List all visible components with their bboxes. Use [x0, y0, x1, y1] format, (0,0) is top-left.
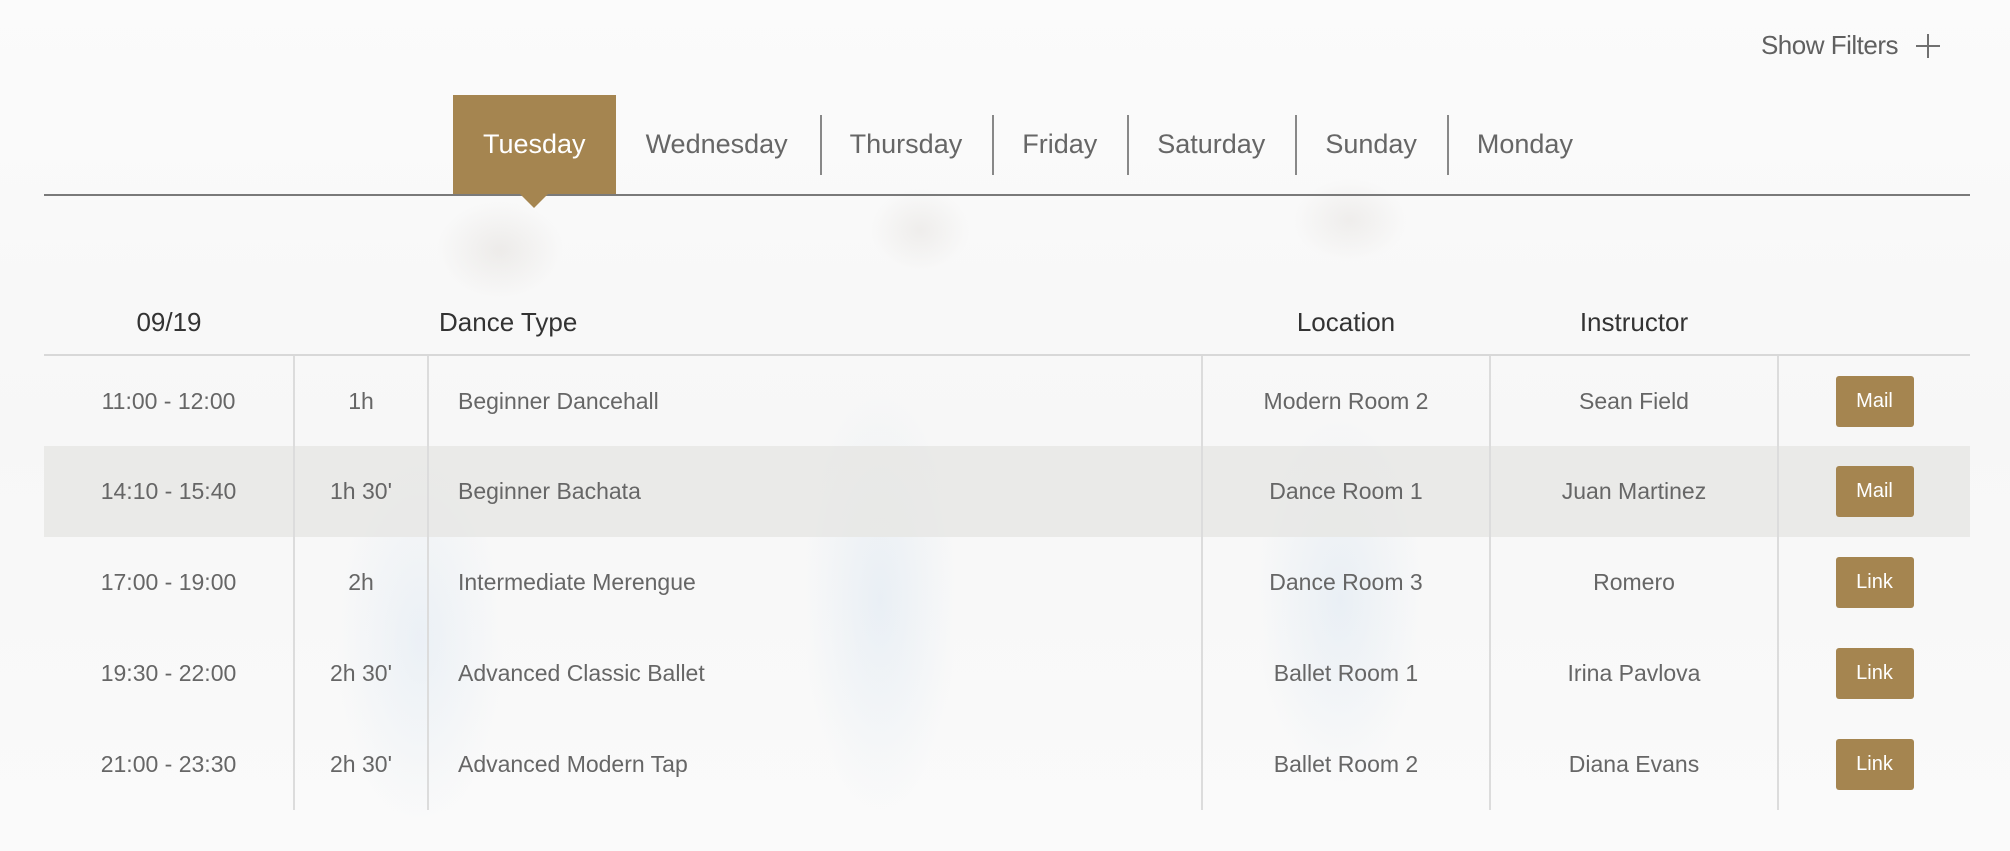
cell-location: Ballet Room 2	[1201, 719, 1490, 810]
cell-duration: 2h 30'	[293, 719, 428, 810]
tab-monday[interactable]: Monday	[1446, 95, 1603, 194]
show-filters-toggle[interactable]: Show Filters	[1761, 30, 1940, 61]
schedule-table: 09/19 Dance Type Location Instructor 11:…	[44, 290, 1970, 810]
cell-location: Dance Room 1	[1201, 446, 1490, 537]
cell-dance-type: Intermediate Merengue	[427, 537, 1202, 628]
table-row: 19:30 - 22:00 2h 30' Advanced Classic Ba…	[44, 628, 1970, 719]
plus-icon	[1916, 33, 1940, 58]
table-row: 21:00 - 23:30 2h 30' Advanced Modern Tap…	[44, 719, 1970, 810]
show-filters-label: Show Filters	[1760, 30, 1899, 60]
cell-time: 11:00 - 12:00	[101, 387, 236, 414]
header-location: Location	[1202, 290, 1490, 356]
cell-location: Modern Room 2	[1201, 355, 1490, 446]
cell-instructor: Diana Evans	[1489, 719, 1778, 810]
header-duration	[294, 290, 428, 356]
table-header-row: 09/19 Dance Type Location Instructor	[44, 290, 1970, 356]
cell-instructor: Sean Field	[1489, 355, 1778, 446]
header-action	[1778, 290, 1970, 356]
cell-action: Link	[1777, 719, 1970, 810]
tab-tuesday[interactable]: Tuesday	[453, 95, 616, 194]
cell-time: 21:00 - 23:30	[100, 751, 237, 777]
tab-thursday[interactable]: Thursday	[819, 95, 993, 194]
header-dance-type: Dance Type	[428, 290, 1202, 356]
day-tabs: Tuesday Wednesday Thursday Friday Saturd…	[453, 95, 1603, 194]
cell-dance-type: Beginner Bachata	[427, 446, 1202, 537]
schedule-page: Show Filters Tuesday Wednesday Thursday …	[0, 0, 2010, 851]
cell-time: 14:10 - 15:40	[44, 446, 294, 537]
cell-instructor: Irina Pavlova	[1489, 628, 1778, 719]
cell-dance-type: Advanced Modern Tap	[427, 719, 1202, 810]
cell-duration: 1h	[293, 355, 428, 446]
cell-action: Link	[1777, 628, 1970, 719]
tab-wednesday[interactable]: Wednesday	[616, 95, 820, 194]
table-row: 11:00 - 12:00 1h Beginner Dancehall Mode…	[44, 355, 1970, 446]
cell-location: Dance Room 3	[1201, 537, 1490, 628]
cell-dance-type: Beginner Dancehall	[427, 355, 1202, 446]
cell-duration: 2h 30'	[293, 628, 428, 719]
cell-location: Ballet Room 1	[1201, 628, 1490, 719]
tab-sunday[interactable]: Sunday	[1295, 95, 1447, 194]
header-instructor: Instructor	[1490, 290, 1778, 356]
cell-duration: 1h 30'	[293, 446, 428, 537]
tab-saturday[interactable]: Saturday	[1127, 95, 1295, 194]
cell-dance-type: Advanced Classic Ballet	[427, 628, 1202, 719]
cell-action: Link	[1777, 537, 1970, 628]
header-date: 09/19	[44, 290, 294, 356]
cell-instructor: Juan Martinez	[1489, 446, 1778, 537]
cell-instructor: Romero	[1489, 537, 1778, 628]
cell-time: 17:00 - 19:00	[100, 569, 237, 595]
cell-action: Mail	[1777, 446, 1970, 537]
link-button[interactable]: Link	[1835, 557, 1914, 608]
table-row: 14:10 - 15:40 1h 30' Beginner Bachata Da…	[44, 446, 1970, 537]
cell-action: Mail	[1777, 355, 1970, 446]
mail-button[interactable]: Mail	[1835, 375, 1914, 427]
cell-time: 19:30 - 22:00	[100, 660, 237, 686]
link-button[interactable]: Link	[1835, 739, 1914, 790]
link-button[interactable]: Link	[1835, 648, 1914, 699]
tab-friday[interactable]: Friday	[992, 95, 1127, 194]
day-tabs-bar: Tuesday Wednesday Thursday Friday Saturd…	[44, 95, 1970, 196]
cell-duration: 2h	[293, 537, 428, 628]
mail-button[interactable]: Mail	[1835, 466, 1914, 517]
table-row: 17:00 - 19:00 2h Intermediate Merengue D…	[44, 537, 1970, 628]
